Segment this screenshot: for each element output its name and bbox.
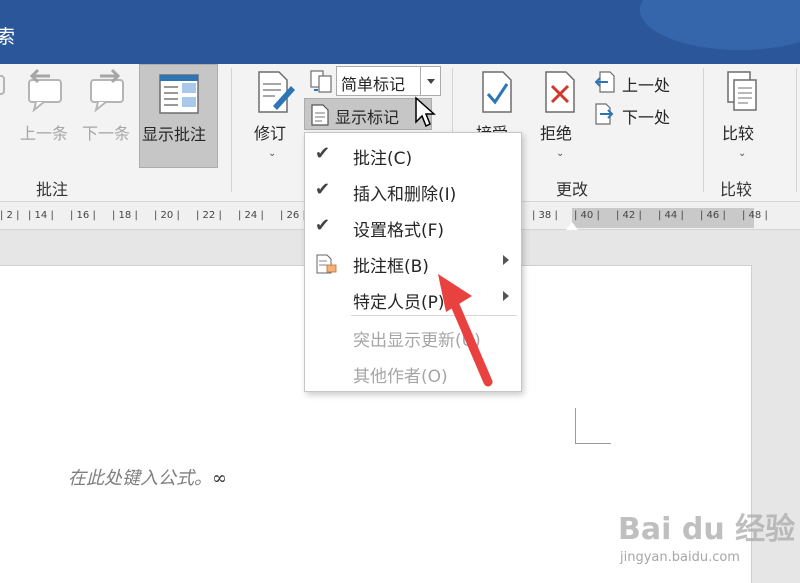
show-comments-label: 显示批注 <box>142 125 207 144</box>
window-title: 索 <box>0 26 16 48</box>
menu-item-label: 批注(C) <box>353 149 413 169</box>
group-separator <box>796 68 797 192</box>
submenu-arrow-icon <box>503 255 509 265</box>
next-comment-button[interactable]: 下一条 <box>78 66 136 143</box>
markup-level-dropdown-icon[interactable] <box>420 67 440 95</box>
equation-placeholder[interactable]: 在此处键入公式。∞ <box>68 464 227 490</box>
reject-label: 拒绝 <box>540 124 573 143</box>
ruler-tick-label: | 40 | <box>574 210 600 221</box>
annotation-arrow-icon <box>438 274 493 387</box>
menu-item-comments[interactable]: ✔ 批注(C) <box>305 137 521 173</box>
show-markup-button[interactable]: 显示标记 ⌄ <box>304 98 432 130</box>
ruler-tick-label: | 42 | <box>616 210 642 221</box>
markup-level-value: 简单标记 <box>341 75 406 94</box>
compare-icon <box>727 71 757 111</box>
watermark-logo: Bai du 经验 <box>618 512 796 547</box>
show-markup-icon <box>311 104 329 126</box>
ruler-tick-label: | 18 | <box>112 210 138 221</box>
reject-button[interactable]: 拒绝 ⌄ <box>532 68 588 168</box>
show-markup-label: 显示标记 <box>335 108 400 127</box>
ruler-tick-label: | 26 | <box>280 210 306 221</box>
ruler-tick-label: | 44 | <box>658 210 684 221</box>
baidu-jingyan-watermark: Bai du 经验 jingyan.baidu.com <box>612 490 800 580</box>
chevron-down-icon: ⌄ <box>556 148 565 159</box>
menu-item-label: 设置格式(F) <box>353 221 445 241</box>
comment-icon <box>0 75 5 95</box>
accept-icon <box>482 71 512 113</box>
menu-item-label: 批注框(B) <box>353 257 429 277</box>
menu-item-label: 特定人员(P) <box>353 293 445 313</box>
menu-item-insertions-deletions[interactable]: ✔ 插入和删除(I) <box>305 173 521 209</box>
checkmark-icon: ✔ <box>315 215 331 236</box>
compare-label: 比较 <box>722 124 755 143</box>
partial-delete-comment-button[interactable] <box>0 70 8 160</box>
markup-level-select[interactable]: 简单标记 <box>336 66 441 96</box>
track-changes-icon <box>258 71 295 113</box>
next-change-button[interactable]: 下一处 <box>594 102 694 128</box>
display-for-review-icon <box>308 68 334 94</box>
title-bar-decoration <box>640 0 800 50</box>
menu-item-label: 插入和删除(I) <box>353 185 457 205</box>
ruler-tick-label: | 48 | <box>742 210 768 221</box>
right-indent-marker[interactable] <box>566 222 578 230</box>
chevron-down-icon: ⌄ <box>268 148 277 159</box>
group-label-changes: 更改 <box>556 180 589 199</box>
checkmark-icon: ✔ <box>315 179 331 200</box>
title-bar: 索 <box>0 0 800 64</box>
next-change-label: 下一处 <box>622 108 671 127</box>
group-label-compare: 比较 <box>720 180 753 199</box>
previous-comment-button[interactable]: 上一条 <box>16 66 74 143</box>
watermark-url: jingyan.baidu.com <box>620 550 740 565</box>
ruler-tick-label: | 46 | <box>700 210 726 221</box>
equation-symbol: ∞ <box>212 468 227 489</box>
show-comments-icon <box>158 74 199 114</box>
previous-comment-icon <box>28 68 62 113</box>
equation-placeholder-text: 在此处键入公式。 <box>68 468 212 489</box>
previous-comment-label: 上一条 <box>20 124 69 143</box>
submenu-arrow-icon <box>503 291 509 301</box>
margin-corner-mark <box>575 408 611 444</box>
group-separator <box>703 68 704 192</box>
compare-button[interactable]: 比较 ⌄ <box>712 68 772 168</box>
ruler-tick-label: | 16 | <box>70 210 96 221</box>
checkmark-icon: ✔ <box>315 143 331 164</box>
previous-change-button[interactable]: 上一处 <box>594 70 694 96</box>
ruler-tick-label: | 22 | <box>196 210 222 221</box>
ruler-tick-label: | 38 | <box>532 210 558 221</box>
previous-change-icon <box>594 71 615 93</box>
group-label-comments: 批注 <box>36 180 69 199</box>
ruler-tick-label: | 20 | <box>154 210 180 221</box>
next-comment-label: 下一条 <box>82 124 131 143</box>
menu-item-formatting[interactable]: ✔ 设置格式(F) <box>305 209 521 245</box>
next-change-icon <box>595 103 614 125</box>
next-comment-icon <box>90 68 124 113</box>
mouse-pointer-icon <box>415 96 436 128</box>
ruler-tick-label: | 14 | <box>28 210 54 221</box>
show-comments-button[interactable]: 显示批注 <box>139 64 218 168</box>
group-separator <box>231 68 232 192</box>
previous-change-label: 上一处 <box>622 76 671 95</box>
ruler-tick-label: | 24 | <box>238 210 264 221</box>
comment-balloon-icon <box>316 254 337 274</box>
chevron-down-icon: ⌄ <box>738 148 747 159</box>
reject-icon <box>545 71 575 113</box>
track-changes-button[interactable]: 修订 ⌄ <box>244 68 302 168</box>
ruler-tick-label: | 2 | <box>0 210 20 221</box>
track-changes-label: 修订 <box>254 124 287 143</box>
